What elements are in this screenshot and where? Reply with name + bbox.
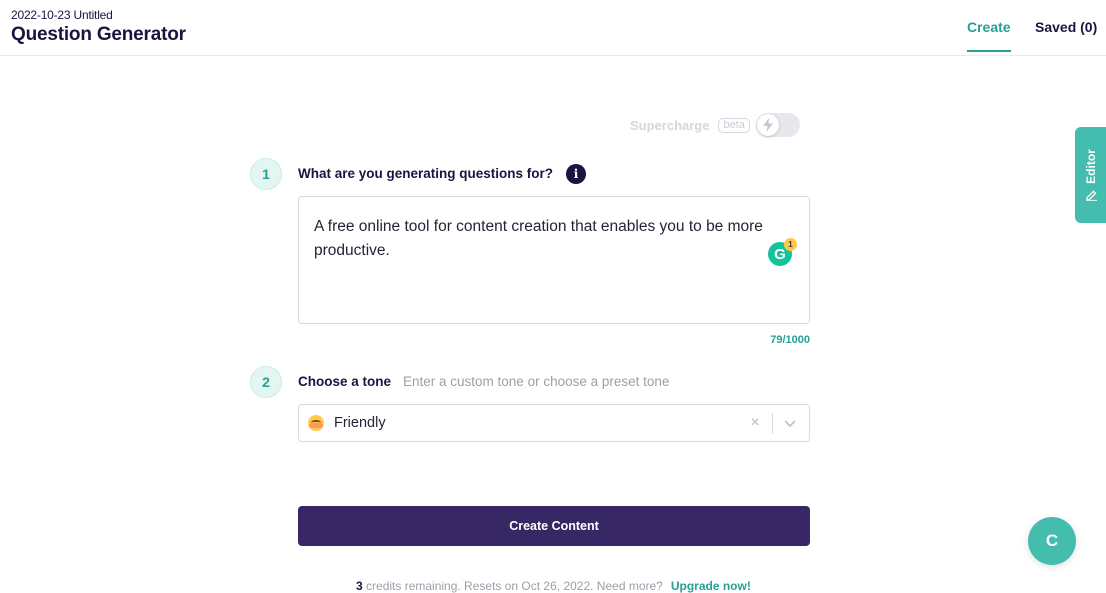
info-icon[interactable]: i <box>566 164 586 184</box>
step-2-badge: 2 <box>250 366 282 398</box>
create-content-button[interactable]: Create Content <box>298 506 810 546</box>
page-title: Question Generator <box>11 24 186 45</box>
topic-textarea[interactable]: A free online tool for content creation … <box>298 196 810 324</box>
pencil-icon <box>1085 190 1096 201</box>
supercharge-label: Supercharge <box>630 117 710 133</box>
credits-text: credits remaining. Resets on Oct 26, 202… <box>362 579 663 593</box>
step-2-label: Choose a tone <box>298 374 392 389</box>
chevron-down-icon[interactable] <box>784 418 796 428</box>
smiling-face-emoji-icon <box>308 415 324 431</box>
toggle-knob <box>756 114 779 136</box>
editor-tab-label: Editor <box>1083 149 1098 184</box>
credits-info: 3 credits remaining. Resets on Oct 26, 2… <box>356 579 751 593</box>
grammarly-count-badge: 1 <box>784 238 797 251</box>
document-subtitle: 2022-10-23 Untitled <box>11 8 113 22</box>
editor-side-tab[interactable]: Editor <box>1075 127 1106 223</box>
credits-count: 3 <box>356 579 363 593</box>
step-1-badge: 1 <box>250 158 282 190</box>
tone-select-value: Friendly <box>334 415 386 431</box>
tab-saved[interactable]: Saved (0) <box>1035 19 1097 35</box>
topic-textarea-value[interactable]: A free online tool for content creation … <box>314 215 799 263</box>
tone-hint: Enter a custom tone or choose a preset t… <box>403 374 670 389</box>
clear-icon[interactable]: × <box>748 415 762 431</box>
chat-launcher-button[interactable]: C <box>1028 517 1076 565</box>
tone-select[interactable]: Friendly × <box>298 404 810 442</box>
upgrade-link[interactable]: Upgrade now! <box>671 579 751 593</box>
step-1-label: What are you generating questions for? <box>298 166 554 181</box>
supercharge-toggle[interactable] <box>755 113 800 137</box>
beta-badge: beta <box>718 117 750 133</box>
select-divider <box>772 413 773 434</box>
lightning-icon <box>762 118 773 132</box>
tab-create[interactable]: Create <box>967 19 1011 52</box>
supercharge-control: Supercharge beta <box>630 112 800 138</box>
header: 2022-10-23 Untitled Question Generator C… <box>0 0 1106 56</box>
character-count: 79/1000 <box>770 334 810 346</box>
